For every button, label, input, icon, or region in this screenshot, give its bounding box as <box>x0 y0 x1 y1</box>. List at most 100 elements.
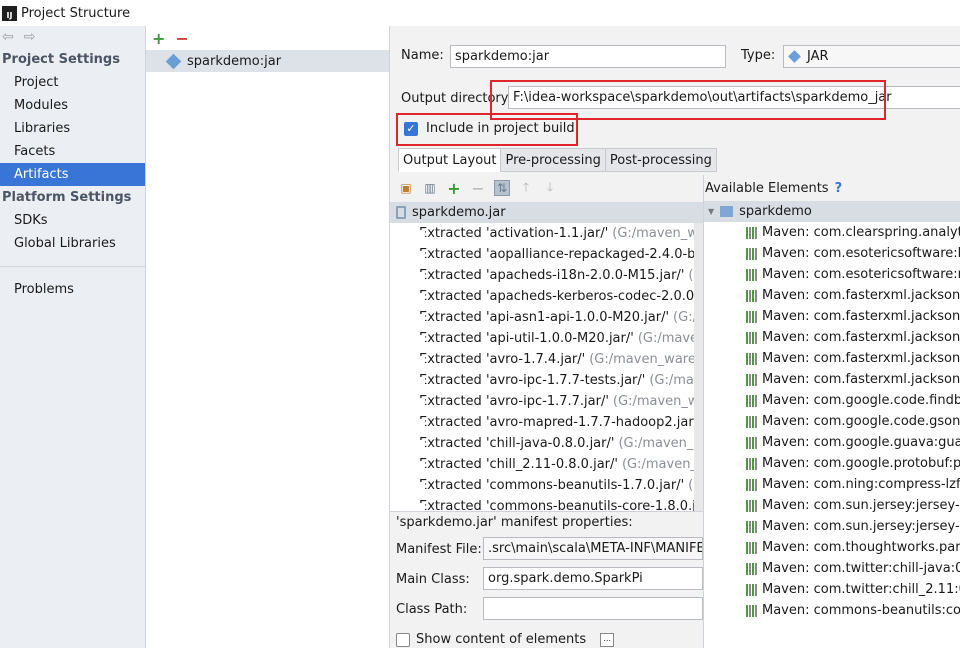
jar-type-icon <box>788 50 801 63</box>
available-element-row[interactable]: Maven: com.twitter:chill-java:0.8.0 <box>704 558 960 579</box>
maven-library-icon <box>746 373 757 386</box>
name-label-row: Name: <box>401 48 444 63</box>
available-element-row[interactable]: Maven: com.esotericsoftware:kryo <box>704 243 960 264</box>
forward-arrow-icon[interactable]: ⇨ <box>24 29 36 45</box>
tree-row[interactable]: Extracted 'commons-beanutils-core-1.8.0.… <box>390 496 703 511</box>
tree-row[interactable]: Extracted 'apacheds-i18n-2.0.0-M15.jar/'… <box>390 265 703 286</box>
tree-row[interactable]: Extracted 'avro-ipc-1.7.7-tests.jar/' (G:… <box>390 370 703 391</box>
available-element-row[interactable]: Maven: com.fasterxml.jackson.mo <box>704 369 960 390</box>
available-element-label: Maven: com.google.code.gson:gs <box>762 414 960 429</box>
available-element-row[interactable]: Maven: com.google.code.findbug <box>704 390 960 411</box>
available-element-label: Maven: com.thoughtworks.parana <box>762 540 960 555</box>
available-element-row[interactable]: Maven: com.clearspring.analytics: <box>704 222 960 243</box>
tree-row[interactable]: Extracted 'aopalliance-repackaged-2.4.0-… <box>390 244 703 265</box>
maven-library-icon <box>746 541 757 554</box>
archive-icon[interactable]: ▥ <box>422 180 438 196</box>
tree-row-path: (G:/maven_wareh <box>612 394 703 409</box>
available-element-row[interactable]: Maven: com.google.guava:guava: <box>704 432 960 453</box>
name-field[interactable]: sparkdemo:jar <box>450 45 726 68</box>
tree-row[interactable]: Extracted 'activation-1.1.jar/' (G:/maven… <box>390 223 703 244</box>
help-icon[interactable]: ? <box>835 181 843 196</box>
tree-row-name: Extracted 'apacheds-i18n-2.0.0-M15.jar/' <box>419 268 685 283</box>
available-element-label: Maven: com.twitter:chill-java:0.8.0 <box>762 561 960 576</box>
tree-row[interactable]: Extracted 'api-util-1.0.0-M20.jar/' (G:/m… <box>390 328 703 349</box>
maven-library-icon <box>746 226 757 239</box>
tab-post-processing[interactable]: Post-processing <box>604 148 717 172</box>
remove-artifact-icon[interactable]: − <box>175 29 188 48</box>
available-root-row[interactable]: ▼ sparkdemo <box>704 201 960 222</box>
sidebar-item-modules[interactable]: Modules <box>0 94 145 117</box>
available-element-row[interactable]: Maven: com.esotericsoftware:min <box>704 264 960 285</box>
available-element-label: Maven: com.google.code.findbug <box>762 393 960 408</box>
sidebar-divider <box>0 266 145 267</box>
tab-output-layout[interactable]: Output Layout <box>398 148 502 172</box>
tree-row-name: Extracted 'aopalliance-repackaged-2.4.0-… <box>419 247 703 262</box>
tree-row-name: Extracted 'avro-ipc-1.7.7-tests.jar/' <box>419 373 646 388</box>
sidebar-item-project[interactable]: Project <box>0 71 145 94</box>
tree-row[interactable]: Extracted 'chill_2.11-0.8.0.jar/' (G:/mav… <box>390 454 703 475</box>
settings-sidebar: ⇦ ⇨ Project Settings Project Modules Lib… <box>0 26 146 648</box>
class-path-label: Class Path: <box>396 602 467 617</box>
add-artifact-icon[interactable]: + <box>152 29 165 48</box>
sidebar-item-libraries[interactable]: Libraries <box>0 117 145 140</box>
available-element-row[interactable]: Maven: com.thoughtworks.parana <box>704 537 960 558</box>
tree-row[interactable]: Extracted 'avro-mapred-1.7.7-hadoop2.jar… <box>390 412 703 433</box>
tab-pre-processing[interactable]: Pre-processing <box>500 148 606 172</box>
show-content-row[interactable]: Show content of elements ... <box>396 632 615 647</box>
expand-triangle-icon[interactable]: ▼ <box>708 207 714 216</box>
remove-element-icon[interactable]: − <box>470 179 486 198</box>
show-content-checkbox[interactable] <box>396 632 410 647</box>
available-element-label: Maven: com.fasterxml.jackson.cor <box>762 309 960 324</box>
tree-row[interactable]: Extracted 'avro-1.7.4.jar/' (G:/maven_war… <box>390 349 703 370</box>
maven-library-icon <box>746 583 757 596</box>
available-element-row[interactable]: Maven: com.twitter:chill_2.11:0.8.0 <box>704 579 960 600</box>
sidebar-item-global-libraries[interactable]: Global Libraries <box>0 232 145 255</box>
artifact-tabs: Output Layout Pre-processing Post-proces… <box>398 148 717 172</box>
tree-row[interactable]: Extracted 'avro-ipc-1.7.7.jar/' (G:/maven… <box>390 391 703 412</box>
sidebar-item-artifacts[interactable]: Artifacts <box>0 163 145 186</box>
tree-row-name: Extracted 'avro-1.7.4.jar/' <box>419 352 586 367</box>
manifest-file-field[interactable]: .src\main\scala\META-INF\MANIFEST <box>483 537 703 560</box>
tree-row[interactable]: Extracted 'apacheds-kerberos-codec-2.0.0… <box>390 286 703 307</box>
class-path-field[interactable] <box>483 597 703 620</box>
tree-scrollbar[interactable] <box>694 223 703 511</box>
available-element-row[interactable]: Maven: com.fasterxml.jackson.mo <box>704 348 960 369</box>
available-element-row[interactable]: Maven: com.sun.jersey:jersey-core <box>704 516 960 537</box>
move-down-icon[interactable]: 🡓 <box>542 180 558 196</box>
type-select[interactable]: JAR <box>783 45 960 68</box>
available-element-row[interactable]: Maven: com.fasterxml.jackson.cor <box>704 327 960 348</box>
available-element-label: Maven: com.clearspring.analytics: <box>762 225 960 240</box>
tree-row[interactable]: Extracted 'commons-beanutils-1.7.0.jar/'… <box>390 475 703 496</box>
available-element-row[interactable]: Maven: com.google.protobuf:pro <box>704 453 960 474</box>
available-element-label: Maven: com.fasterxml.jackson.cor <box>762 330 960 345</box>
main-class-field[interactable]: org.spark.demo.SparkPi <box>483 567 703 590</box>
tree-row-path: (G:/maven_wareho <box>612 226 703 241</box>
maven-library-icon <box>746 520 757 533</box>
create-directory-icon[interactable]: ▣ <box>398 180 414 196</box>
artifacts-list-panel: + − sparkdemo:jar <box>146 26 390 648</box>
available-element-row[interactable]: Maven: com.fasterxml.jackson.cor <box>704 285 960 306</box>
output-layout-tree[interactable]: sparkdemo.jar Extracted 'activation-1.1.… <box>390 202 703 511</box>
sidebar-item-sdks[interactable]: SDKs <box>0 209 145 232</box>
add-element-icon[interactable]: + <box>446 179 462 198</box>
artifact-list-item[interactable]: sparkdemo:jar <box>146 50 389 72</box>
back-arrow-icon[interactable]: ⇦ <box>2 29 14 45</box>
available-elements-panel: Available Elements ? ▼ sparkdemo Maven: … <box>703 175 960 648</box>
sidebar-item-problems[interactable]: Problems <box>0 278 145 301</box>
maven-library-icon <box>746 604 757 617</box>
tree-row[interactable]: Extracted 'chill-java-0.8.0.jar/' (G:/mav… <box>390 433 703 454</box>
available-element-row[interactable]: Maven: com.sun.jersey:jersey-clie <box>704 495 960 516</box>
available-element-row[interactable]: Maven: commons-beanutils:comm <box>704 600 960 621</box>
tree-row-path: (G:/maven_warehouse <box>589 352 703 367</box>
tree-row[interactable]: Extracted 'api-asn1-api-1.0.0-M20.jar/'(… <box>390 307 703 328</box>
available-element-row[interactable]: Maven: com.google.code.gson:gs <box>704 411 960 432</box>
show-content-options-button[interactable]: ... <box>600 632 615 647</box>
sort-elements-icon[interactable]: ⇅ <box>494 180 510 196</box>
move-up-icon[interactable]: 🡑 <box>518 180 534 196</box>
available-element-row[interactable]: Maven: com.fasterxml.jackson.cor <box>704 306 960 327</box>
tree-root-row[interactable]: sparkdemo.jar <box>390 202 703 223</box>
sidebar-item-facets[interactable]: Facets <box>0 140 145 163</box>
available-element-row[interactable]: Maven: com.ning:compress-lzf:1.0 <box>704 474 960 495</box>
project-settings-header: Project Settings <box>2 52 120 67</box>
tree-root-label: sparkdemo.jar <box>412 205 506 220</box>
